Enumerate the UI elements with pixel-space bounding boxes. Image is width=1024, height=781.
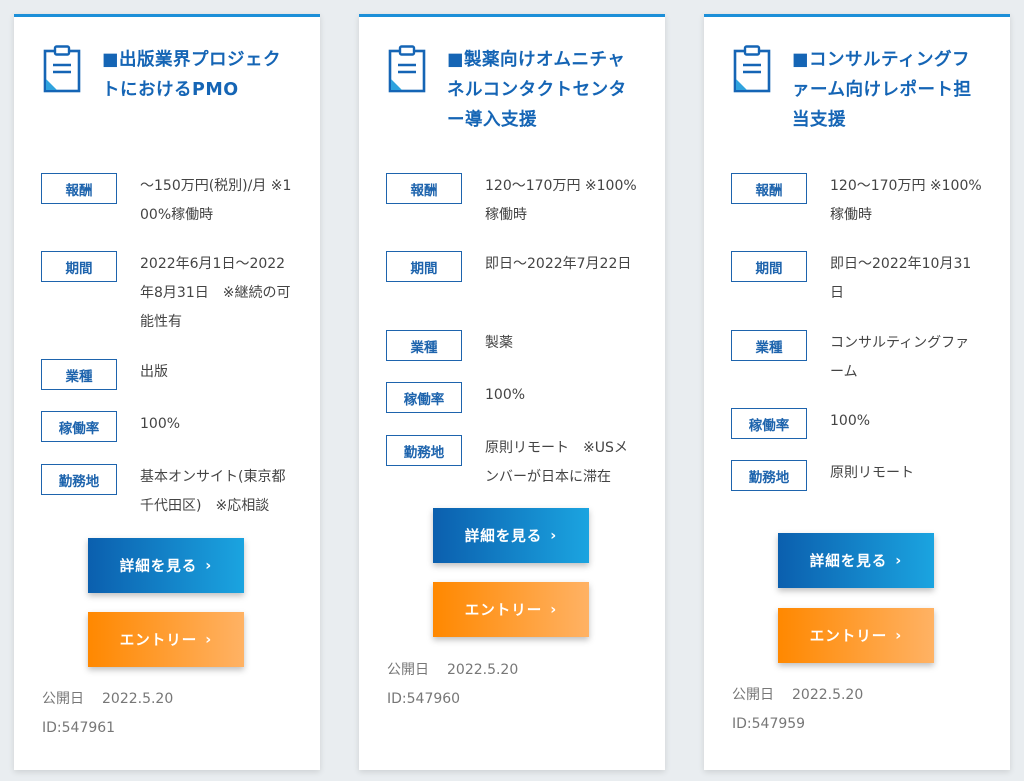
utilization-value: 100% [485, 387, 526, 403]
published-label: 公開日 [387, 662, 429, 678]
detail-button-label: 詳細を見る [809, 554, 888, 570]
published-date-value: 2022.5.20 [447, 662, 519, 678]
industry-value: コンサルティングファーム [830, 335, 970, 380]
entry-button-label: エントリー [809, 629, 888, 645]
utilization-label: 稼働率 [386, 382, 462, 413]
job-card: ■コンサルティングファーム向けレポート担当支援 報酬 120～170万円 ※10… [704, 14, 1010, 770]
industry-value: 製薬 [485, 335, 513, 351]
job-card: ■製薬向けオムニチャネルコンタクトセンター導入支援 報酬 120～170万円 ※… [359, 14, 665, 770]
industry-value: 出版 [140, 364, 168, 380]
entry-button-label: エントリー [464, 603, 543, 619]
location-value: 基本オンサイト(東京都千代田区) ※応相談 [140, 469, 286, 514]
period-value: 2022年6月1日～2022年8月31日 ※継続の可能性有 [140, 256, 291, 330]
job-id: ID:547960 [387, 691, 461, 707]
job-id: ID:547961 [42, 720, 116, 736]
detail-button-label: 詳細を見る [119, 559, 198, 575]
period-label: 期間 [386, 251, 462, 282]
document-clipboard-icon [733, 45, 771, 93]
location-label: 勤務地 [386, 435, 462, 466]
entry-button-label: エントリー [119, 633, 198, 649]
published-date-value: 2022.5.20 [102, 691, 174, 707]
entry-button[interactable]: エントリー › [778, 608, 934, 663]
reward-value: ～150万円(税別)/月 ※100%稼働時 [140, 178, 292, 223]
published-label: 公開日 [42, 691, 84, 707]
reward-label: 報酬 [41, 173, 117, 204]
detail-button[interactable]: 詳細を見る › [88, 538, 244, 593]
published-date: 公開日 2022.5.20 [387, 656, 518, 685]
published-date-value: 2022.5.20 [792, 687, 864, 703]
entry-button[interactable]: エントリー › [433, 582, 589, 637]
chevron-right-icon: › [550, 601, 558, 618]
job-title: ■製薬向けオムニチャネルコンタクトセンター導入支援 [447, 50, 627, 130]
reward-label: 報酬 [386, 173, 462, 204]
utilization-value: 100% [830, 413, 871, 429]
location-value: 原則リモート [830, 465, 914, 481]
location-value: 原則リモート ※USメンバーが日本に滞在 [485, 440, 628, 485]
period-value: 即日～2022年10月31日 [830, 256, 972, 301]
period-label: 期間 [731, 251, 807, 282]
document-clipboard-icon [43, 45, 81, 93]
job-title: ■コンサルティングファーム向けレポート担当支援 [792, 50, 972, 130]
period-value: 即日～2022年7月22日 [485, 256, 632, 272]
utilization-label: 稼働率 [731, 408, 807, 439]
chevron-right-icon: › [895, 552, 903, 569]
detail-button[interactable]: 詳細を見る › [778, 533, 934, 588]
location-label: 勤務地 [41, 464, 117, 495]
utilization-label: 稼働率 [41, 411, 117, 442]
published-date: 公開日 2022.5.20 [42, 685, 173, 714]
reward-label: 報酬 [731, 173, 807, 204]
utilization-value: 100% [140, 416, 181, 432]
industry-label: 業種 [41, 359, 117, 390]
job-title: ■出版業界プロジェクトにおけるPMO [102, 50, 282, 100]
industry-label: 業種 [731, 330, 807, 361]
published-date: 公開日 2022.5.20 [732, 681, 863, 710]
chevron-right-icon: › [205, 557, 213, 574]
published-label: 公開日 [732, 687, 774, 703]
reward-value: 120～170万円 ※100%稼働時 [830, 178, 982, 223]
chevron-right-icon: › [895, 627, 903, 644]
document-clipboard-icon [388, 45, 426, 93]
chevron-right-icon: › [550, 527, 558, 544]
detail-button-label: 詳細を見る [464, 529, 543, 545]
industry-label: 業種 [386, 330, 462, 361]
reward-value: 120～170万円 ※100%稼働時 [485, 178, 637, 223]
job-card: ■出版業界プロジェクトにおけるPMO 報酬 ～150万円(税別)/月 ※100%… [14, 14, 320, 770]
entry-button[interactable]: エントリー › [88, 612, 244, 667]
chevron-right-icon: › [205, 631, 213, 648]
period-label: 期間 [41, 251, 117, 282]
detail-button[interactable]: 詳細を見る › [433, 508, 589, 563]
location-label: 勤務地 [731, 460, 807, 491]
job-id: ID:547959 [732, 716, 806, 732]
